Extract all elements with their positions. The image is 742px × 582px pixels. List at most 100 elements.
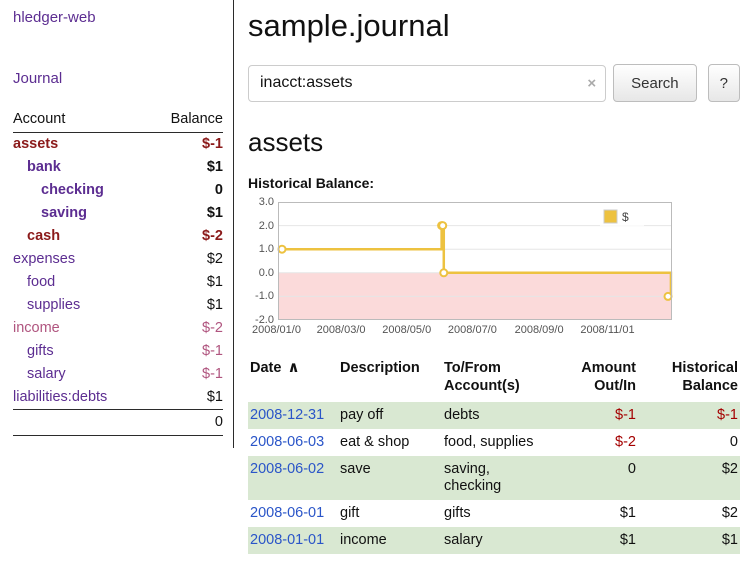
data-point-marker [439,222,446,229]
accounts-total-spacer [13,410,148,436]
accounts-header-row: Account Balance [13,108,223,133]
x-axis-label: 2008/11/01 [580,324,634,336]
x-axis-label: 2008/01/0 [252,324,301,336]
account-balance: $-1 [148,133,223,157]
account-name-cell: supplies [13,294,148,317]
register-header-date[interactable]: Date∧ [248,359,340,402]
register-date-cell: 2008-01-01 [248,527,340,554]
sidebar-item-journal[interactable]: Journal [13,70,223,87]
account-name-cell: saving [13,202,148,225]
y-axis-label: -1.0 [248,290,274,302]
register-row: 2008-06-01 giftgifts$1$2 [248,500,740,527]
account-balance: $2 [148,248,223,271]
account-row: bank $1 [13,156,223,179]
register-amount: $-2 [556,429,644,456]
register-accounts: gifts [444,500,556,527]
register-balance: $2 [644,456,740,500]
register-description: income [340,527,444,554]
transaction-date-link[interactable]: 2008-06-02 [250,461,324,477]
help-button[interactable]: ? [708,64,740,102]
data-point-marker [279,246,286,253]
register-description: pay off [340,402,444,429]
account-row: salary$-1 [13,363,223,386]
account-balance: $1 [148,386,223,410]
x-axis-label: 2008/09/0 [515,324,564,336]
account-row: gifts$-1 [13,340,223,363]
sidebar-content: hledger-web Journal Account Balance asse… [0,0,234,448]
chart-title: Historical Balance: [248,175,740,191]
account-heading: assets [248,127,740,158]
account-name-cell: expenses [13,248,148,271]
account-row: cash$-2 [13,225,223,248]
sidebar-account-link[interactable]: bank [27,159,61,175]
register-accounts: salary [444,527,556,554]
sidebar: hledger-web Journal Account Balance asse… [0,0,234,448]
legend-swatch [604,210,617,223]
y-axis-label: 0.0 [248,267,274,279]
y-axis-label: 3.0 [248,196,274,208]
account-balance: $1 [148,294,223,317]
accounts-header-account: Account [13,108,148,133]
y-axis-label: 1.0 [248,243,274,255]
register-balance: 0 [644,429,740,456]
search-input-wrapper: × [248,65,606,102]
data-point-marker [440,269,447,276]
x-axis-label: 2008/05/0 [382,324,431,336]
account-name-cell: gifts [13,340,148,363]
register-balance: $-1 [644,402,740,429]
sidebar-account-link[interactable]: saving [41,205,87,221]
app-title-link[interactable]: hledger-web [13,9,223,26]
account-balance: $1 [148,202,223,225]
account-name-cell: cash [13,225,148,248]
register-header-amount: Amount Out/In [556,359,644,402]
sidebar-account-link[interactable]: expenses [13,251,75,267]
account-row: food$1 [13,271,223,294]
sidebar-account-link[interactable]: salary [27,366,66,382]
register-row: 2008-01-01incomesalary$1$1 [248,527,740,554]
sidebar-account-link[interactable]: income [13,320,60,336]
historical-balance-chart: 3.02.01.00.0-1.0-2.0 $ 2008/01/02008/03/… [248,202,740,342]
register-row: 2008-06-02savesaving, checking0$2 [248,456,740,500]
account-balance: $1 [148,156,223,179]
page-title: sample.journal [248,8,740,44]
register-header-description: Description [340,359,444,402]
register-accounts: food, supplies [444,429,556,456]
register-row: 2008-06-03eat & shopfood, supplies$-20 [248,429,740,456]
transaction-date-link[interactable]: 2008-01-01 [250,532,324,548]
account-balance: 0 [148,179,223,202]
transaction-date-link[interactable]: 2008-06-01 [250,505,324,521]
register-balance: $1 [644,527,740,554]
register-description: gift [340,500,444,527]
account-row: checking 0 [13,179,223,202]
chart-plot-area[interactable]: $ [278,202,672,320]
register-date-cell: 2008-06-02 [248,456,340,500]
search-button[interactable]: Search [613,64,697,102]
data-point-marker [665,293,672,300]
account-row: supplies $1 [13,294,223,317]
search-input[interactable] [248,65,606,102]
account-row: income$-2 [13,317,223,340]
register-accounts: debts [444,402,556,429]
register-accounts: saving, checking [444,456,556,500]
register-header-accounts: To/From Account(s) [444,359,556,402]
sidebar-account-link[interactable]: cash [27,228,60,244]
transaction-date-link[interactable]: 2008-06-03 [250,434,324,450]
sidebar-account-link[interactable]: gifts [27,343,54,359]
sidebar-account-link[interactable]: assets [13,136,58,152]
accounts-total-balance: 0 [148,410,223,436]
register-amount: $1 [556,500,644,527]
sidebar-account-link[interactable]: checking [41,182,104,198]
accounts-table: Account Balance assets $-1 bank $1 checking 0… [13,108,223,436]
register-balance: $2 [644,500,740,527]
date-header-label: Date [250,360,281,376]
clear-search-icon[interactable]: × [587,76,596,91]
sidebar-account-link[interactable]: supplies [27,297,80,313]
sidebar-account-link[interactable]: food [27,274,55,290]
register-date-cell: 2008-12-31 [248,402,340,429]
transaction-date-link[interactable]: 2008-12-31 [250,407,324,423]
legend-label: $ [622,210,629,224]
register-row: 2008-12-31pay offdebts$-1$-1 [248,402,740,429]
register-date-cell: 2008-06-01 [248,500,340,527]
sidebar-account-link[interactable]: liabilities:debts [13,389,107,405]
y-axis-label: 2.0 [248,220,274,232]
